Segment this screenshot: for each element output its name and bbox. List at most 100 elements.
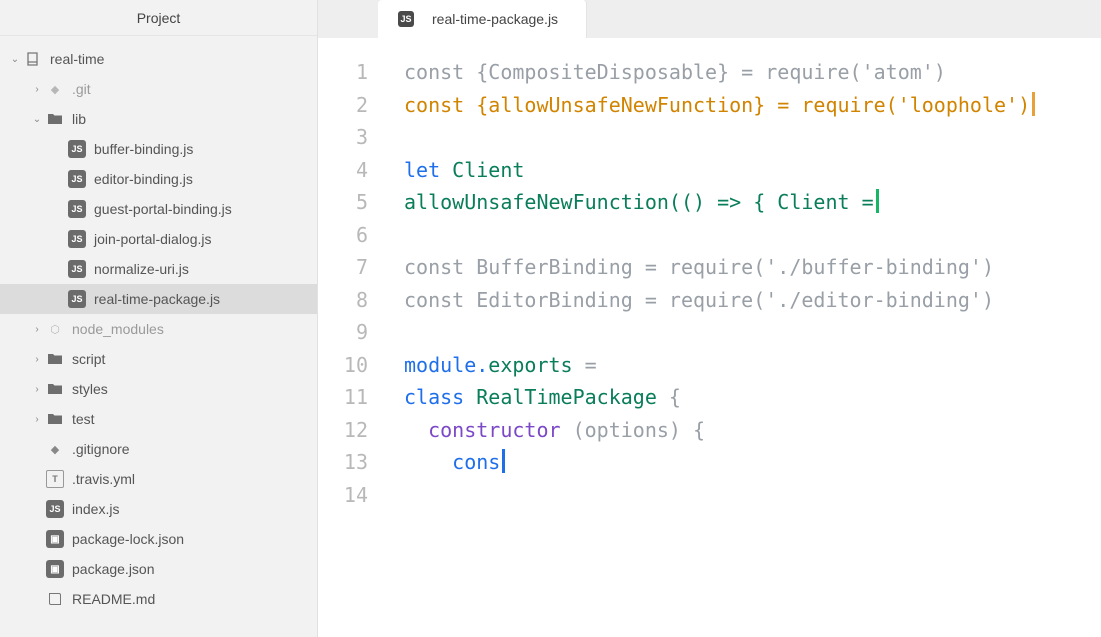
code-line[interactable]: allowUnsafeNewFunction(() => { Client = bbox=[404, 186, 1101, 219]
tree-item[interactable]: ◆ .gitignore bbox=[0, 434, 317, 464]
line-number-gutter: 1234567891011121314 bbox=[318, 56, 386, 637]
line-number: 8 bbox=[318, 284, 368, 317]
file-tree[interactable]: ⌄real-time›◆.git⌄libJSbuffer-binding.jsJ… bbox=[0, 36, 317, 637]
project-sidebar: Project ⌄real-time›◆.git⌄libJSbuffer-bin… bbox=[0, 0, 318, 637]
chevron-right-icon[interactable]: › bbox=[30, 354, 44, 365]
chevron-down-icon[interactable]: ⌄ bbox=[30, 114, 44, 125]
code-line[interactable]: const EditorBinding = require('./editor-… bbox=[404, 284, 1101, 317]
folder-icon bbox=[46, 380, 64, 398]
tree-item-label: script bbox=[72, 351, 105, 367]
folder-icon bbox=[46, 110, 64, 128]
tree-item[interactable]: JS index.js bbox=[0, 494, 317, 524]
tree-item[interactable]: JSnormalize-uri.js bbox=[0, 254, 317, 284]
line-number: 6 bbox=[318, 219, 368, 252]
json-icon: ▣ bbox=[46, 560, 64, 578]
tree-item-label: guest-portal-binding.js bbox=[94, 201, 232, 217]
code-area[interactable]: 1234567891011121314 const {CompositeDisp… bbox=[318, 38, 1101, 637]
code-line[interactable] bbox=[404, 219, 1101, 252]
tree-item-label: real-time bbox=[50, 51, 104, 67]
tree-item-label: real-time-package.js bbox=[94, 291, 220, 307]
line-number: 12 bbox=[318, 414, 368, 447]
line-number: 13 bbox=[318, 446, 368, 479]
tree-item[interactable]: T .travis.yml bbox=[0, 464, 317, 494]
tree-item[interactable]: JS real-time-package.js bbox=[0, 284, 317, 314]
code-line[interactable] bbox=[404, 316, 1101, 349]
tree-item-label: package.json bbox=[72, 561, 155, 577]
git-icon: ◆ bbox=[46, 440, 64, 458]
tree-item-label: editor-binding.js bbox=[94, 171, 193, 187]
line-number: 9 bbox=[318, 316, 368, 349]
tree-item[interactable]: JS join-portal-dialog.js bbox=[0, 224, 317, 254]
tree-item[interactable]: ›test bbox=[0, 404, 317, 434]
app-root: Project ⌄real-time›◆.git⌄libJSbuffer-bin… bbox=[0, 0, 1101, 637]
js-icon: JS bbox=[68, 230, 86, 248]
js-icon: JS bbox=[398, 11, 414, 27]
line-number: 3 bbox=[318, 121, 368, 154]
chevron-right-icon[interactable]: › bbox=[30, 84, 44, 95]
tree-item-label: .git bbox=[72, 81, 91, 97]
code-line[interactable]: class RealTimePackage { bbox=[404, 381, 1101, 414]
tree-item[interactable]: ⌄ lib bbox=[0, 104, 317, 134]
tree-item[interactable]: JS editor-binding.js bbox=[0, 164, 317, 194]
code-line[interactable]: cons bbox=[404, 446, 1101, 479]
tree-item-label: styles bbox=[72, 381, 108, 397]
code-content[interactable]: const {CompositeDisposable} = require('a… bbox=[386, 56, 1101, 637]
code-line[interactable] bbox=[404, 479, 1101, 512]
tree-root[interactable]: ⌄ real-time bbox=[0, 44, 317, 74]
tree-item-label: buffer-binding.js bbox=[94, 141, 193, 157]
chevron-right-icon[interactable]: › bbox=[30, 324, 44, 335]
tree-item-label: normalize-uri.js bbox=[94, 261, 189, 277]
line-number: 2 bbox=[318, 89, 368, 122]
tab-bar: JS real-time-package.js bbox=[318, 0, 1101, 38]
line-number: 10 bbox=[318, 349, 368, 382]
tab-label: real-time-package.js bbox=[432, 11, 558, 27]
tree-item[interactable]: › script bbox=[0, 344, 317, 374]
chevron-right-icon[interactable]: › bbox=[30, 414, 44, 425]
line-number: 14 bbox=[318, 479, 368, 512]
tree-item[interactable]: JS buffer-binding.js bbox=[0, 134, 317, 164]
tree-item[interactable]: JS guest-portal-binding.js bbox=[0, 194, 317, 224]
text-icon: T bbox=[46, 470, 64, 488]
js-icon: JS bbox=[46, 500, 64, 518]
tree-item-label: .gitignore bbox=[72, 441, 130, 457]
code-line[interactable]: const BufferBinding = require('./buffer-… bbox=[404, 251, 1101, 284]
tree-item[interactable]: ▣ package.json bbox=[0, 554, 317, 584]
modules-icon: ⬡ bbox=[46, 320, 64, 338]
code-line[interactable]: const {CompositeDisposable} = require('a… bbox=[404, 56, 1101, 89]
folder-icon bbox=[46, 410, 64, 428]
tree-item-label: join-portal-dialog.js bbox=[94, 231, 212, 247]
js-icon: JS bbox=[68, 170, 86, 188]
code-line[interactable]: module.exports = bbox=[404, 349, 1101, 382]
tree-item[interactable]: README.md bbox=[0, 584, 317, 614]
tree-item-label: .travis.yml bbox=[72, 471, 135, 487]
tree-item-label: README.md bbox=[72, 591, 155, 607]
git-icon: ◆ bbox=[46, 80, 64, 98]
code-line[interactable]: constructor (options) { bbox=[404, 414, 1101, 447]
repo-icon bbox=[24, 50, 42, 68]
cursor bbox=[876, 189, 879, 213]
json-icon: ▣ bbox=[46, 530, 64, 548]
tree-item-label: lib bbox=[72, 111, 86, 127]
code-line[interactable]: const {allowUnsafeNewFunction} = require… bbox=[404, 89, 1101, 122]
tree-item[interactable]: › styles bbox=[0, 374, 317, 404]
tree-item[interactable]: ▣ package-lock.json bbox=[0, 524, 317, 554]
tree-item-label: package-lock.json bbox=[72, 531, 184, 547]
line-number: 11 bbox=[318, 381, 368, 414]
cursor bbox=[502, 449, 505, 473]
line-number: 4 bbox=[318, 154, 368, 187]
js-icon: JS bbox=[68, 140, 86, 158]
js-icon: JS bbox=[68, 290, 86, 308]
tree-item-label: index.js bbox=[72, 501, 119, 517]
tree-item[interactable]: ›◆ .git bbox=[0, 74, 317, 104]
line-number: 7 bbox=[318, 251, 368, 284]
editor-pane: JS real-time-package.js 1234567891011121… bbox=[318, 0, 1101, 637]
chevron-right-icon[interactable]: › bbox=[30, 384, 44, 395]
cursor bbox=[1032, 92, 1035, 116]
js-icon: JS bbox=[68, 200, 86, 218]
code-line[interactable]: let Client bbox=[404, 154, 1101, 187]
chevron-down-icon[interactable]: ⌄ bbox=[8, 54, 22, 65]
tab-active[interactable]: JS real-time-package.js bbox=[378, 0, 587, 38]
tree-item-label: node_modules bbox=[72, 321, 164, 337]
code-line[interactable] bbox=[404, 121, 1101, 154]
tree-item[interactable]: ›⬡ node_modules bbox=[0, 314, 317, 344]
